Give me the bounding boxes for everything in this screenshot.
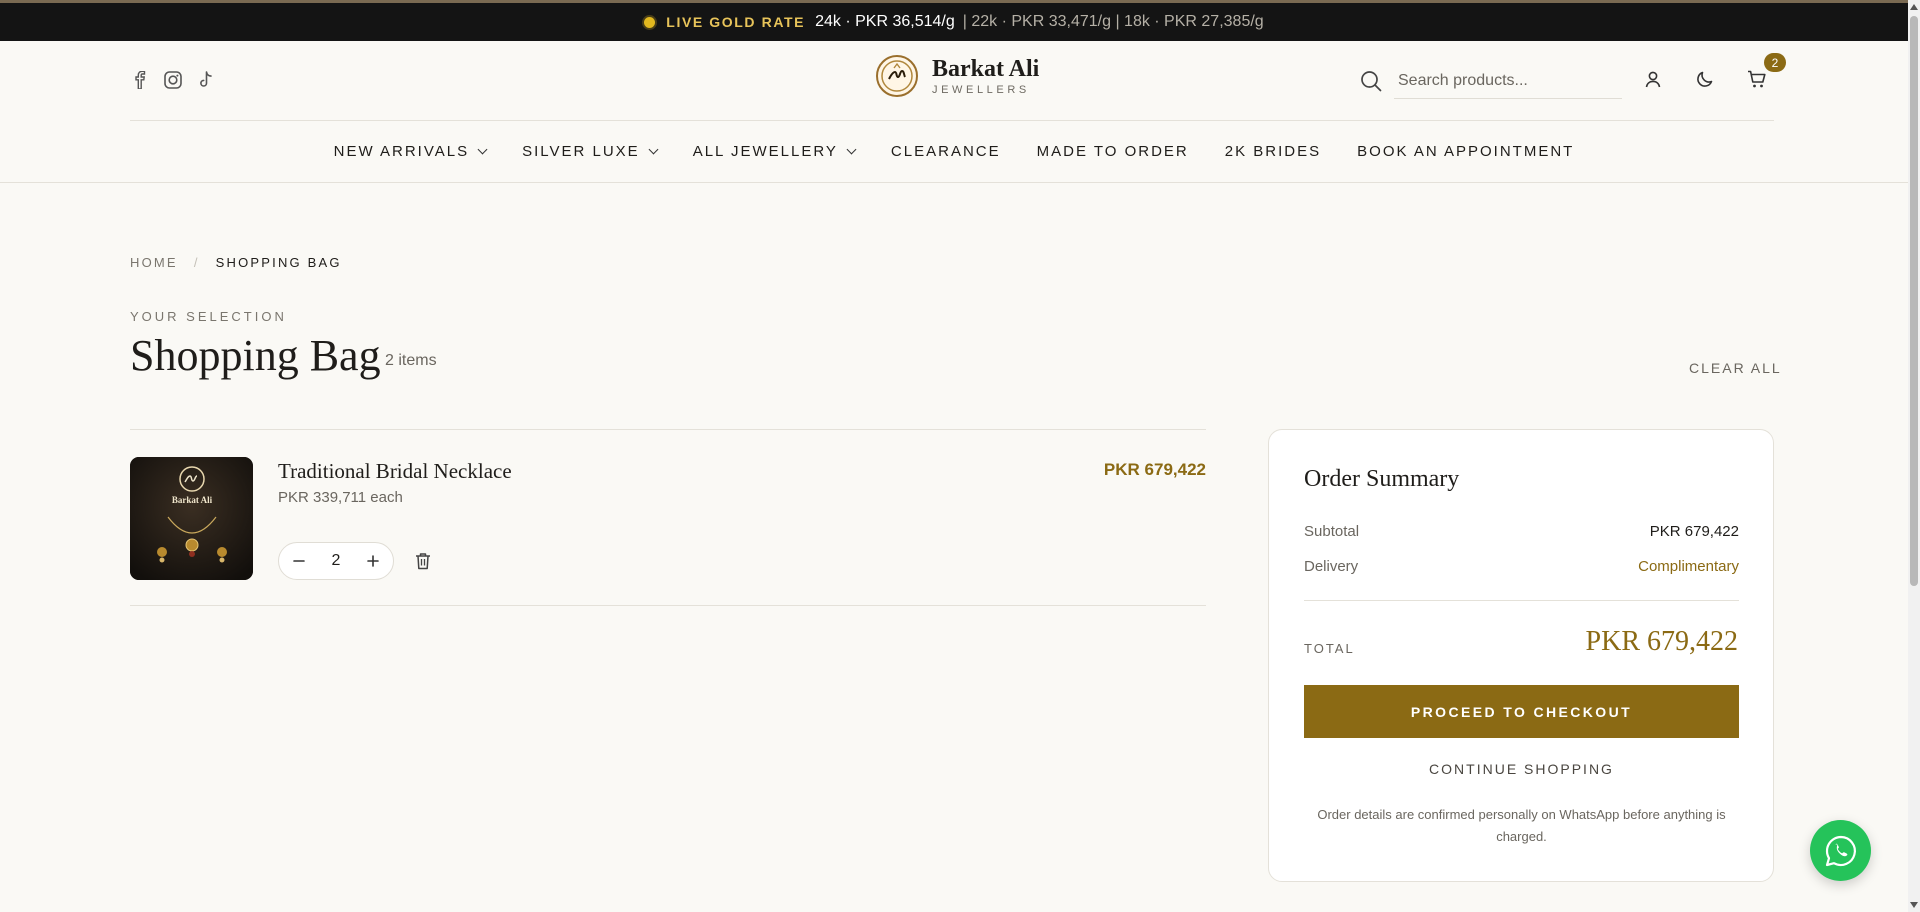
moon-icon[interactable]	[1694, 68, 1716, 90]
scroll-down-icon[interactable]	[1910, 902, 1918, 908]
nav-label: SILVER LUXE	[522, 143, 640, 160]
search-icon[interactable]	[1360, 70, 1382, 92]
continue-shopping-link[interactable]: CONTINUE SHOPPING	[1304, 761, 1739, 777]
breadcrumb: HOME / SHOPPING BAG	[130, 255, 342, 270]
search-bar	[1360, 63, 1650, 99]
gold-rate-bar: LIVE GOLD RATE 24k · PKR 36,514/g | 22k …	[0, 0, 1908, 41]
quantity-stepper: 2	[278, 542, 394, 580]
breadcrumb-separator: /	[193, 255, 200, 270]
plus-icon	[367, 555, 379, 567]
nav-item-all-jewellery[interactable]: ALL JEWELLERY	[692, 143, 857, 160]
brand-emblem-icon	[876, 55, 918, 97]
chevron-down-icon	[477, 144, 488, 155]
nav-item-book-appointment[interactable]: BOOK AN APPOINTMENT	[1357, 143, 1574, 160]
brand-subtitle: JEWELLERS	[932, 83, 1030, 96]
trash-icon	[416, 553, 430, 570]
site-header: Barkat Ali JEWELLERS 2	[130, 41, 1786, 121]
clear-all-button[interactable]: CLEAR ALL	[1689, 360, 1782, 376]
nav-label: BOOK AN APPOINTMENT	[1357, 143, 1575, 160]
total-value: PKR 679,422	[1585, 626, 1738, 657]
minus-icon	[293, 560, 305, 562]
live-dot-icon	[644, 16, 656, 28]
summary-title: Order Summary	[1304, 466, 1460, 492]
nav-item-clearance[interactable]: CLEARANCE	[891, 143, 1001, 160]
delivery-value: Complimentary	[1638, 558, 1739, 575]
rate-24k: 24k · PKR 36,514/g	[815, 13, 955, 30]
nav-item-new-arrivals[interactable]: NEW ARRIVALS	[333, 143, 488, 160]
search-input[interactable]	[1394, 63, 1622, 99]
scroll-up-icon[interactable]	[1910, 4, 1918, 10]
summary-divider	[1304, 600, 1739, 601]
quantity-value[interactable]: 2	[332, 552, 341, 570]
instagram-icon[interactable]	[163, 70, 182, 89]
subtotal-label: Subtotal	[1304, 523, 1360, 540]
remove-item-button[interactable]	[415, 552, 435, 572]
subtotal-row: Subtotal PKR 679,422	[1304, 523, 1739, 540]
product-name[interactable]: Traditional Bridal Necklace	[278, 459, 512, 484]
rate-others: | 22k · PKR 33,471/g | 18k · PKR 27,385/…	[962, 13, 1264, 30]
page-title: Shopping Bag	[130, 331, 381, 380]
nav-label: CLEARANCE	[890, 143, 1001, 160]
live-rate-label: LIVE GOLD RATE	[666, 14, 806, 30]
page-scrollbar[interactable]	[1908, 0, 1920, 912]
decrease-quantity-button[interactable]	[289, 551, 309, 571]
cart-count-badge: 2	[1764, 53, 1786, 72]
nav-label: 2K BRIDES	[1224, 143, 1322, 160]
proceed-to-checkout-button[interactable]: PROCEED TO CHECKOUT	[1304, 685, 1739, 738]
cart-list: Barkat Ali Traditional Bridal Necklace P…	[130, 429, 1206, 606]
increase-quantity-button[interactable]	[363, 551, 383, 571]
tiktok-icon[interactable]	[196, 70, 215, 89]
whatsapp-icon	[1825, 835, 1856, 866]
nav-item-2k-brides[interactable]: 2K BRIDES	[1225, 143, 1321, 160]
cart-icon[interactable]: 2	[1746, 53, 1786, 90]
brand-logo[interactable]: Barkat Ali JEWELLERS	[876, 55, 1039, 97]
chevron-down-icon	[648, 144, 659, 155]
nav-label: NEW ARRIVALS	[333, 143, 470, 160]
product-line-total: PKR 679,422	[1103, 460, 1206, 479]
delivery-row: Delivery Complimentary	[1304, 558, 1739, 575]
brand-name: Barkat Ali	[932, 55, 1040, 82]
breadcrumb-current: SHOPPING BAG	[215, 255, 342, 270]
nav-item-made-to-order[interactable]: MADE TO ORDER	[1037, 143, 1189, 160]
user-icon[interactable]	[1642, 68, 1664, 90]
product-thumbnail[interactable]: Barkat Ali	[130, 457, 253, 580]
main-nav: NEW ARRIVALS SILVER LUXE ALL JEWELLERY C…	[0, 121, 1908, 183]
order-summary: Order Summary Subtotal PKR 679,422 Deliv…	[1268, 429, 1774, 882]
scrollbar-thumb[interactable]	[1910, 16, 1918, 586]
facebook-icon[interactable]	[130, 70, 149, 89]
product-unit-price: PKR 339,711 each	[278, 489, 403, 506]
chevron-down-icon	[846, 144, 857, 155]
delivery-label: Delivery	[1304, 558, 1359, 575]
total-label: TOTAL	[1304, 641, 1355, 656]
breadcrumb-home[interactable]: HOME	[130, 255, 178, 270]
svg-text:Barkat Ali: Barkat Ali	[172, 495, 213, 505]
page-eyebrow: YOUR SELECTION	[130, 309, 287, 324]
nav-item-silver-luxe[interactable]: SILVER LUXE	[522, 143, 659, 160]
whatsapp-note: Order details are confirmed personally o…	[1317, 807, 1726, 844]
nav-label: ALL JEWELLERY	[692, 143, 838, 160]
item-count: 2 items	[385, 352, 437, 369]
whatsapp-chat-button[interactable]	[1810, 820, 1871, 881]
subtotal-value: PKR 679,422	[1649, 523, 1739, 540]
header-actions: 2	[1642, 53, 1786, 90]
nav-label: MADE TO ORDER	[1036, 143, 1189, 160]
social-links	[130, 70, 215, 89]
